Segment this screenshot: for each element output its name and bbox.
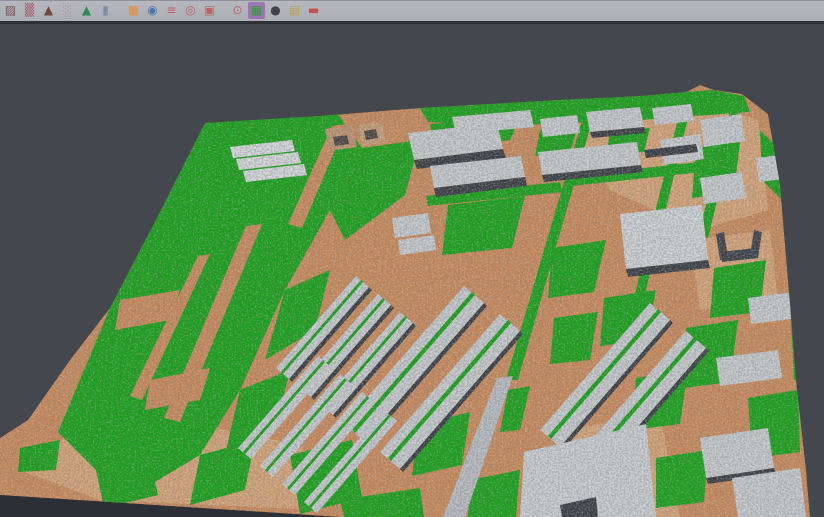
dark-sphere-icon[interactable]: ● [267,2,284,19]
clipped-box-icon[interactable]: ▨ [2,2,19,19]
mound-icon[interactable]: ▲ [40,2,57,19]
orange-tile-icon[interactable]: ■ [125,2,142,19]
toolbar: ▨▒▲░▲▮■◉≡◎▣⊙▦●▤▬ [0,0,824,24]
globe-icon[interactable]: ◉ [144,2,161,19]
sparse-points-icon[interactable]: ░ [59,2,76,19]
selection-box-icon[interactable]: ▣ [201,2,218,19]
circle-tool-icon[interactable]: ◎ [182,2,199,19]
scene-svg[interactable] [0,0,824,517]
layers-icon[interactable]: ▤ [286,2,303,19]
terrain-hill-icon[interactable]: ▲ [78,2,95,19]
point-pairs-icon[interactable]: ▒ [21,2,38,19]
ruler-icon[interactable]: ▮ [97,2,114,19]
classification-map-icon[interactable]: ▦ [248,2,265,19]
red-bar-icon[interactable]: ▬ [305,2,322,19]
list-lines-icon[interactable]: ≡ [163,2,180,19]
target-icon[interactable]: ⊙ [229,2,246,19]
